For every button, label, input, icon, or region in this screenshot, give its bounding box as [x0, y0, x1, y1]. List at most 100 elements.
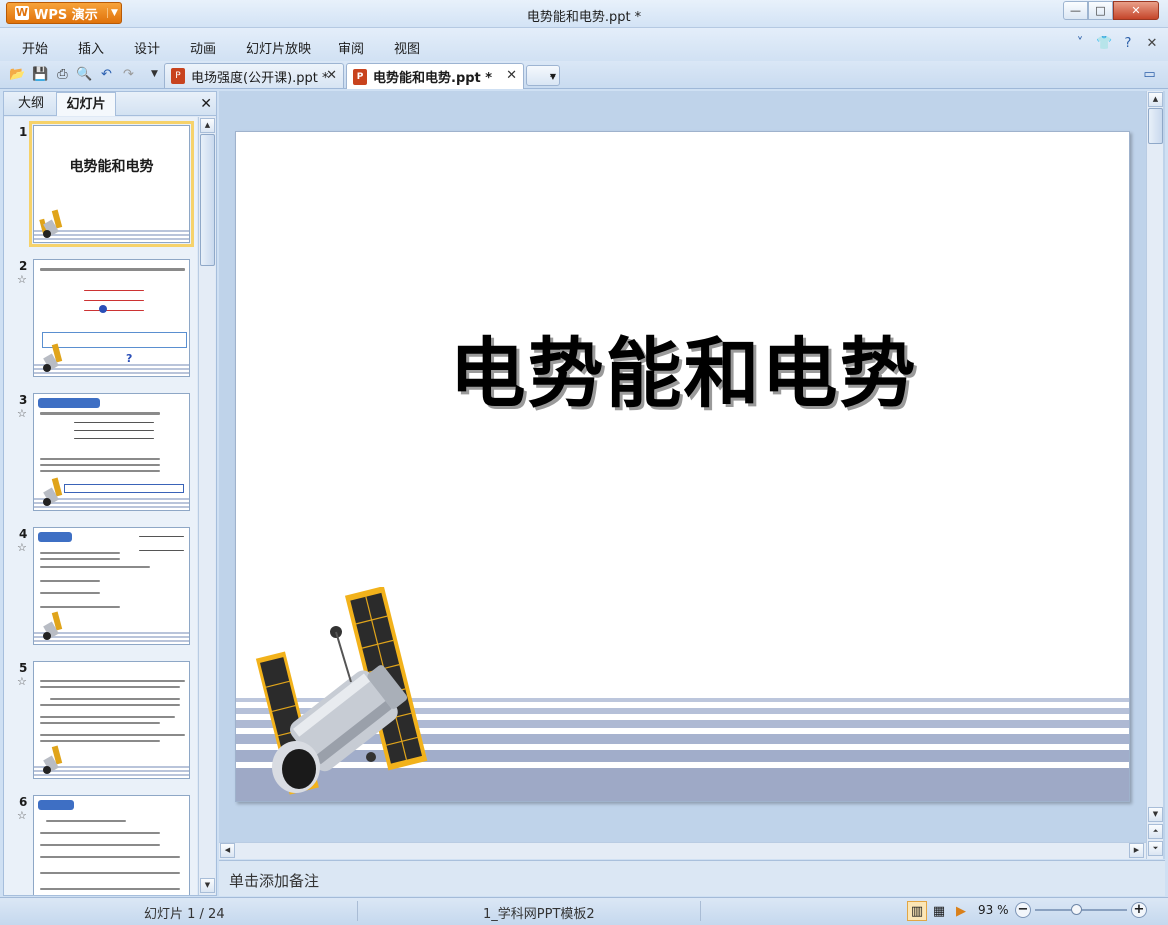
- title-bar: W WPS 演示 ▼ 电势能和电势.ppt * — □ ✕: [0, 0, 1168, 28]
- section-badge: [38, 398, 100, 408]
- scroll-up-icon[interactable]: ▲: [200, 118, 215, 133]
- zoom-level[interactable]: 93 %: [978, 903, 1009, 917]
- menu-home[interactable]: 开始: [22, 38, 48, 57]
- satellite-icon: [43, 611, 63, 640]
- customize-toolbar-icon[interactable]: ▼: [146, 66, 163, 83]
- slide-thumbnail-1[interactable]: 电势能和电势: [29, 121, 194, 247]
- section-badge: [38, 800, 74, 810]
- star-icon: ☆: [17, 541, 27, 554]
- open-folder-icon[interactable]: 📂: [9, 66, 26, 83]
- satellite-image: [255, 587, 428, 795]
- pane-tabs: 大纲 幻灯片 ✕: [4, 92, 216, 116]
- quick-access-toolbar: 📂 💾 ⎙ 🔍 ↶ ↷ ▼ P 电场强度(公开课).ppt * ✕ P 电势能和…: [0, 61, 1168, 89]
- slide-title[interactable]: 电势能和电势: [236, 312, 1129, 422]
- slides-pane: 大纲 幻灯片 ✕ 1 电势能和电势 2 ☆ ? 3 ☆ 4 ☆ 5 ☆ 6 ☆ …: [3, 91, 217, 896]
- tab-label: 电势能和电势.ppt *: [373, 71, 493, 86]
- slide-thumbnail-6[interactable]: [33, 795, 190, 895]
- tab-potential-energy[interactable]: P 电势能和电势.ppt * ✕: [346, 63, 524, 89]
- slideshow-icon[interactable]: ▶: [951, 901, 971, 921]
- collapse-ribbon-icon[interactable]: ˅: [1072, 36, 1088, 52]
- chevron-down-icon: ▼: [549, 72, 556, 81]
- zoom-slider-handle[interactable]: [1071, 904, 1082, 915]
- satellite-icon: [43, 343, 63, 372]
- ppt-file-icon: P: [171, 68, 185, 84]
- star-icon: ☆: [17, 675, 27, 688]
- maximize-button[interactable]: □: [1088, 1, 1113, 20]
- tab-close-icon[interactable]: ✕: [326, 68, 337, 83]
- status-bar: 幻灯片 1 / 24 1_学科网PPT模板2 ▥ ▦ ▶ 93 % − +: [0, 897, 1168, 925]
- thumbnail-title: 电势能和电势: [69, 159, 154, 175]
- window-title: 电势能和电势.ppt *: [526, 10, 642, 25]
- menu-review[interactable]: 审阅: [338, 38, 364, 57]
- print-icon[interactable]: ⎙: [54, 66, 71, 83]
- satellite-icon: [43, 477, 63, 506]
- satellite-icon: [39, 209, 63, 238]
- slide-thumbnail-2[interactable]: ?: [33, 259, 190, 377]
- divider: [700, 901, 701, 921]
- pane-close-icon[interactable]: ✕: [200, 96, 212, 112]
- thumbnail-number: 2: [19, 259, 28, 273]
- save-icon[interactable]: 💾: [32, 66, 49, 83]
- close-doc-icon[interactable]: ✕: [1144, 36, 1160, 52]
- tab-label: 电场强度(公开课).ppt *: [191, 70, 329, 86]
- slide-canvas[interactable]: 电势能和电势: [235, 131, 1130, 802]
- tab-list-icon[interactable]: ▭: [1141, 66, 1158, 83]
- next-slide-icon[interactable]: ⏷: [1148, 841, 1163, 856]
- thumbnail-number: 3: [19, 393, 28, 407]
- zoom-out-button[interactable]: −: [1015, 902, 1031, 918]
- menu-animation[interactable]: 动画: [190, 38, 216, 57]
- template-name[interactable]: 1_学科网PPT模板2: [483, 903, 595, 922]
- scroll-up-icon[interactable]: ▲: [1148, 92, 1163, 107]
- close-button[interactable]: ✕: [1113, 1, 1159, 20]
- undo-icon[interactable]: ↶: [98, 66, 115, 83]
- minimize-button[interactable]: —: [1063, 1, 1088, 20]
- print-preview-icon[interactable]: 🔍: [76, 66, 93, 83]
- tab-electric-field[interactable]: P 电场强度(公开课).ppt * ✕: [164, 63, 344, 88]
- zoom-in-button[interactable]: +: [1131, 902, 1147, 918]
- scroll-down-icon[interactable]: ▼: [200, 878, 215, 893]
- menu-view[interactable]: 视图: [394, 38, 420, 57]
- thumbnail-scrollbar[interactable]: ▲ ▼: [198, 117, 215, 895]
- section-badge: [38, 532, 72, 542]
- redo-icon[interactable]: ↷: [120, 66, 137, 83]
- notes-placeholder[interactable]: 单击添加备注: [229, 870, 319, 891]
- notes-pane[interactable]: 单击添加备注: [219, 860, 1165, 896]
- slide-thumbnail-3[interactable]: [33, 393, 190, 511]
- slide-sorter-icon[interactable]: ▦: [929, 901, 949, 921]
- star-icon: ☆: [17, 273, 27, 286]
- tab-slides[interactable]: 幻灯片: [56, 92, 116, 116]
- help-icon[interactable]: ?: [1120, 36, 1136, 52]
- thumbnail-list: 1 电势能和电势 2 ☆ ? 3 ☆ 4 ☆ 5 ☆ 6 ☆: [4, 117, 197, 895]
- slide-counter: 幻灯片 1 / 24: [144, 907, 225, 922]
- tab-close-icon[interactable]: ✕: [506, 68, 517, 83]
- star-icon: ☆: [17, 809, 27, 822]
- tab-outline[interactable]: 大纲: [8, 92, 54, 116]
- thumbnail-number: 1: [19, 125, 28, 139]
- slide-thumbnail-4[interactable]: [33, 527, 190, 645]
- skin-icon[interactable]: 👕: [1096, 36, 1112, 52]
- satellite-icon: [43, 745, 63, 774]
- menu-design[interactable]: 设计: [134, 38, 160, 57]
- star-icon: ☆: [17, 407, 27, 420]
- normal-view-icon[interactable]: ▥: [907, 901, 927, 921]
- scroll-thumb[interactable]: [200, 134, 215, 266]
- divider: [357, 901, 358, 921]
- scroll-down-icon[interactable]: ▼: [1148, 807, 1163, 822]
- menu-bar: 开始 插入 设计 动画 幻灯片放映 审阅 视图 ˅ 👕 ? ✕: [0, 28, 1168, 61]
- menu-slideshow[interactable]: 幻灯片放映: [246, 38, 311, 57]
- menu-insert[interactable]: 插入: [78, 38, 104, 57]
- prev-slide-icon[interactable]: ⏶: [1148, 824, 1163, 839]
- horizontal-scrollbar[interactable]: ◀ ▶: [219, 842, 1146, 859]
- menu-right-tools: ˅ 👕 ? ✕: [1072, 36, 1160, 52]
- scroll-thumb[interactable]: [1148, 108, 1163, 144]
- scroll-left-icon[interactable]: ◀: [220, 843, 235, 858]
- scroll-right-icon[interactable]: ▶: [1129, 843, 1144, 858]
- slide-thumbnail-5[interactable]: [33, 661, 190, 779]
- slide-editor: 电势能和电势 ▲ ▼ ⏶ ⏷ ◀ ▶: [219, 91, 1165, 859]
- vertical-scrollbar[interactable]: ▲ ▼ ⏶ ⏷: [1146, 91, 1163, 859]
- thumbnail-number: 5: [19, 661, 28, 675]
- ppt-file-icon: P: [353, 68, 367, 85]
- thumbnail-number: 6: [19, 795, 28, 809]
- new-tab-button[interactable]: + ▼: [526, 65, 560, 86]
- thumbnail-number: 4: [19, 527, 28, 541]
